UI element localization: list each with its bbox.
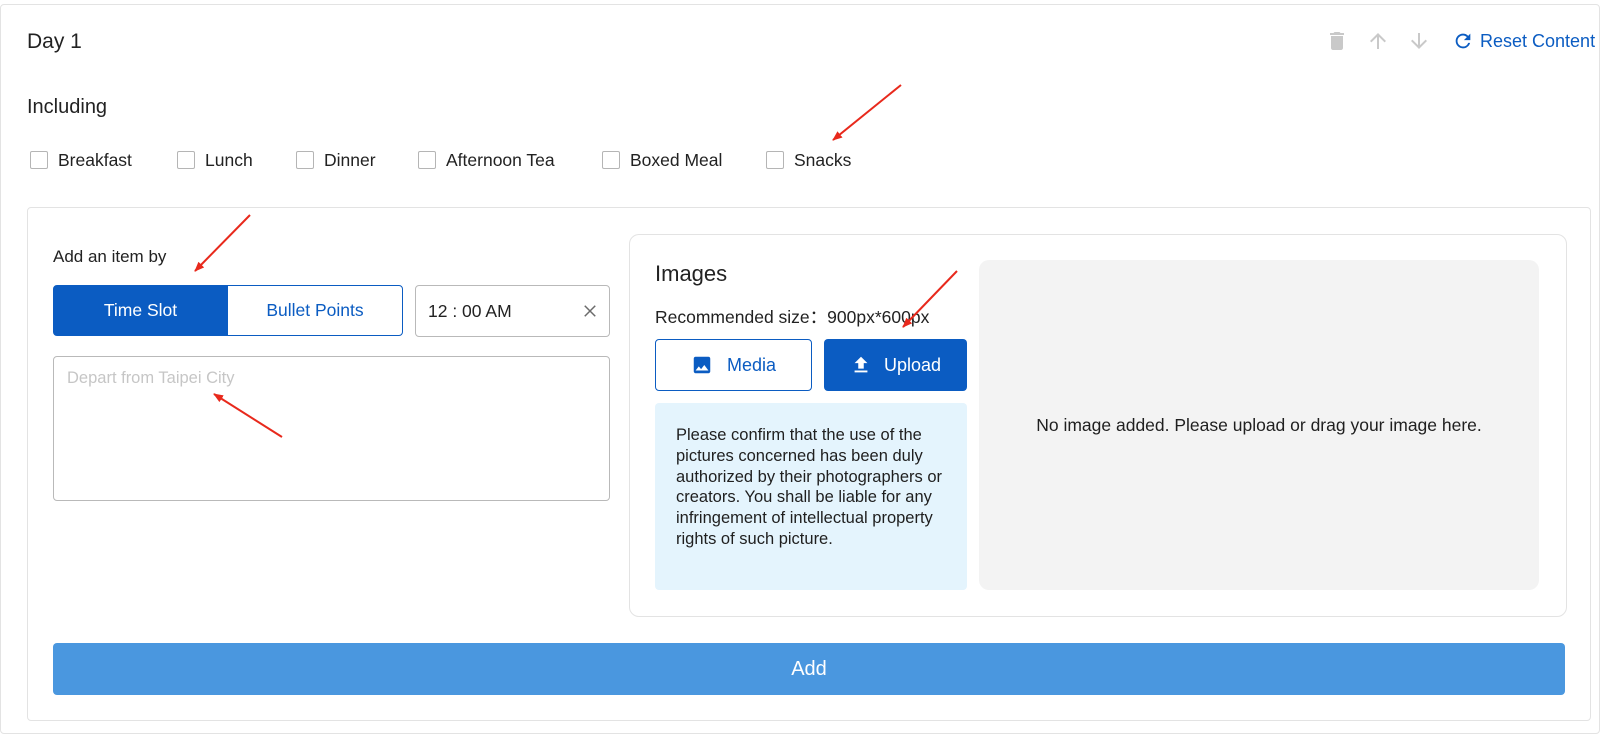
- checkbox-label: Afternoon Tea: [446, 149, 555, 170]
- images-title: Images: [655, 261, 728, 286]
- checkbox-label: Lunch: [205, 149, 253, 170]
- checkbox-box[interactable]: [30, 151, 48, 169]
- arrow-up-icon[interactable]: [1366, 29, 1390, 53]
- clear-icon[interactable]: [581, 302, 599, 320]
- checkbox-dinner[interactable]: Dinner: [296, 149, 376, 171]
- media-label: Media: [726, 354, 777, 375]
- description-textarea[interactable]: Depart from Taipei City: [53, 356, 610, 501]
- checkbox-boxed-meal[interactable]: Boxed Meal: [602, 149, 722, 171]
- checkbox-breakfast[interactable]: Breakfast: [30, 149, 132, 171]
- upload-icon: [850, 354, 872, 376]
- refresh-icon: [1452, 30, 1474, 52]
- checkbox-label: Breakfast: [58, 149, 132, 170]
- checkbox-afternoon-tea[interactable]: Afternoon Tea: [418, 149, 555, 171]
- checkbox-box[interactable]: [602, 151, 620, 169]
- copyright-notice: Please confirm that the use of the pictu…: [655, 403, 967, 590]
- bullet-points-tab[interactable]: Bullet Points: [227, 285, 403, 336]
- checkbox-box[interactable]: [418, 151, 436, 169]
- image-drop-zone[interactable]: No image added. Please upload or drag yo…: [979, 260, 1539, 590]
- delete-icon[interactable]: [1325, 29, 1349, 53]
- checkbox-snacks[interactable]: Snacks: [766, 149, 851, 171]
- including-label: Including: [27, 96, 108, 118]
- add-item-by-label: Add an item by: [53, 247, 167, 266]
- checkbox-label: Dinner: [324, 149, 376, 170]
- checkbox-label: Boxed Meal: [630, 149, 723, 170]
- checkbox-label: Snacks: [794, 149, 852, 170]
- day-title: Day 1: [27, 30, 82, 53]
- arrow-down-icon[interactable]: [1407, 29, 1431, 53]
- description-placeholder: Depart from Taipei City: [67, 369, 235, 387]
- checkbox-lunch[interactable]: Lunch: [177, 149, 253, 171]
- checkbox-box[interactable]: [766, 151, 784, 169]
- time-value: 12 : 00 AM: [428, 300, 512, 321]
- checkbox-box[interactable]: [177, 151, 195, 169]
- recommended-size-text: Recommended size：900px*600px: [655, 307, 930, 327]
- reset-content-label: Reset Content: [1480, 30, 1596, 51]
- media-button[interactable]: Media: [655, 339, 812, 391]
- time-slot-tab[interactable]: Time Slot: [53, 285, 228, 336]
- time-input[interactable]: 12 : 00 AM: [415, 285, 610, 337]
- upload-button[interactable]: Upload: [824, 339, 967, 391]
- reset-content-button[interactable]: Reset Content: [1452, 29, 1595, 53]
- add-button[interactable]: Add: [53, 643, 1565, 695]
- upload-label: Upload: [883, 354, 942, 375]
- checkbox-box[interactable]: [296, 151, 314, 169]
- drop-zone-text: No image added. Please upload or drag yo…: [1036, 414, 1482, 435]
- image-icon: [691, 354, 713, 376]
